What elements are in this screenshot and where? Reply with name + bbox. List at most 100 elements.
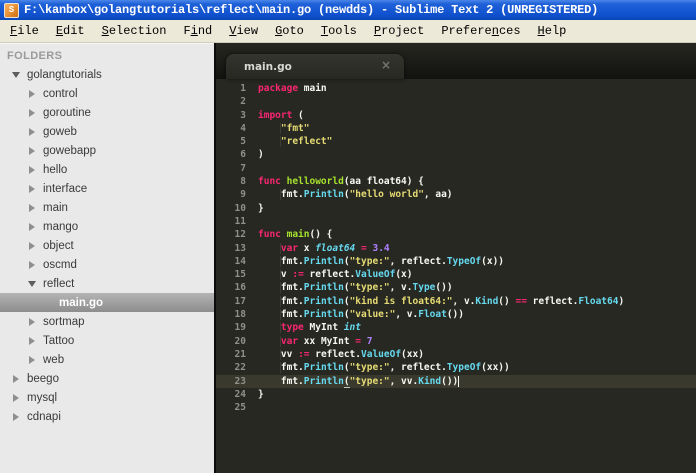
- window-title: F:\kanbox\golangtutorials\reflect\main.g…: [24, 3, 599, 17]
- folder-item-sortmap[interactable]: sortmap: [0, 312, 214, 331]
- code-line-2[interactable]: 2: [216, 95, 696, 108]
- code-line-15[interactable]: 15 v := reflect.ValueOf(x): [216, 268, 696, 281]
- triangle-glyph: [13, 374, 19, 383]
- code-line-4[interactable]: 4 "fmt": [216, 122, 696, 135]
- menu-item-selection[interactable]: Selection: [95, 22, 174, 40]
- line-number: 16: [234, 282, 246, 294]
- code-text: func main() {: [258, 228, 332, 241]
- chevron-collapsed-icon[interactable]: [26, 336, 38, 345]
- code-line-10[interactable]: 10}: [216, 202, 696, 215]
- menu-item-file[interactable]: File: [3, 22, 46, 40]
- line-number: 11: [234, 215, 246, 227]
- code-line-22[interactable]: 22 fmt.Println("type:", reflect.TypeOf(x…: [216, 361, 696, 374]
- code-line-20[interactable]: 20 var xx MyInt = 7: [216, 335, 696, 348]
- menu-item-edit[interactable]: Edit: [49, 22, 92, 40]
- code-line-19[interactable]: 19 type MyInt int: [216, 321, 696, 334]
- code-line-18[interactable]: 18 fmt.Println("value:", v.Float()): [216, 308, 696, 321]
- folder-item-golangtutorials[interactable]: golangtutorials: [0, 65, 214, 84]
- code-line-13[interactable]: 13 var x float64 = 3.4: [216, 242, 696, 255]
- close-icon[interactable]: ×: [381, 59, 391, 71]
- folder-item-oscmd[interactable]: oscmd: [0, 255, 214, 274]
- chevron-collapsed-icon[interactable]: [26, 260, 38, 269]
- code-line-14[interactable]: 14 fmt.Println("type:", reflect.TypeOf(x…: [216, 255, 696, 268]
- folder-item-web[interactable]: web: [0, 350, 214, 369]
- chevron-collapsed-icon[interactable]: [10, 412, 22, 421]
- menu-item-find[interactable]: Find: [176, 22, 219, 40]
- code-line-8[interactable]: 8 func helloworld(aa float64) {: [216, 175, 696, 188]
- line-number: 13: [234, 242, 246, 254]
- folder-item-mysql[interactable]: mysql: [0, 388, 214, 407]
- chevron-collapsed-icon[interactable]: [26, 165, 38, 174]
- chevron-collapsed-icon[interactable]: [26, 108, 38, 117]
- token: "type:": [349, 362, 390, 374]
- code-line-25[interactable]: 25: [216, 401, 696, 414]
- code-line-3[interactable]: 3 import (: [216, 109, 696, 122]
- chevron-expanded-icon[interactable]: [26, 280, 38, 287]
- token: 7: [366, 335, 373, 347]
- chevron-expanded-icon[interactable]: [10, 71, 22, 78]
- folder-item-goweb[interactable]: goweb: [0, 122, 214, 141]
- code-text: import (: [258, 109, 304, 122]
- chevron-collapsed-icon[interactable]: [26, 317, 38, 326]
- code-line-24[interactable]: 24}: [216, 388, 696, 401]
- folder-item-gowebapp[interactable]: gowebapp: [0, 141, 214, 160]
- tree-item-label: sortmap: [43, 315, 85, 328]
- code-line-16[interactable]: 16 fmt.Println("type:", v.Type()): [216, 281, 696, 294]
- folder-item-hello[interactable]: hello: [0, 160, 214, 179]
- folder-item-mango[interactable]: mango: [0, 217, 214, 236]
- code-line-17[interactable]: 17 fmt.Println("kind is float64:", v.Kin…: [216, 295, 696, 308]
- file-item-main-go[interactable]: main.go: [0, 293, 214, 312]
- code-text: fmt.Println("hello world", aa): [258, 188, 453, 201]
- menu-item-preferences[interactable]: Preferences: [434, 22, 527, 40]
- chevron-collapsed-icon[interactable]: [26, 184, 38, 193]
- code-line-1[interactable]: 1 package main: [216, 82, 696, 95]
- folder-item-object[interactable]: object: [0, 236, 214, 255]
- folder-item-control[interactable]: control: [0, 84, 214, 103]
- menu-item-view[interactable]: View: [222, 22, 265, 40]
- menu-item-project[interactable]: Project: [367, 22, 431, 40]
- code-line-9[interactable]: 9 fmt.Println("hello world", aa): [216, 188, 696, 201]
- menu-item-goto[interactable]: Goto: [268, 22, 311, 40]
- code-line-6[interactable]: 6): [216, 148, 696, 161]
- triangle-glyph: [29, 241, 35, 250]
- code-area[interactable]: 1 package main 2 3 import (4 "fmt" 5 "reflect…: [216, 79, 696, 473]
- code-line-5[interactable]: 5 "reflect": [216, 135, 696, 148]
- menu-item-tools[interactable]: Tools: [314, 22, 364, 40]
- folder-item-reflect[interactable]: reflect: [0, 274, 214, 293]
- code-text: func helloworld(aa float64) {: [258, 175, 424, 188]
- menu-item-help[interactable]: Help: [531, 22, 574, 40]
- tree-item-label: oscmd: [43, 258, 77, 271]
- tab-label: main.go: [244, 60, 292, 73]
- tree-item-label: golangtutorials: [27, 68, 102, 81]
- tree-item-label: beego: [27, 372, 59, 385]
- tab-main-go[interactable]: main.go ×: [226, 54, 404, 79]
- folder-item-main[interactable]: main: [0, 198, 214, 217]
- chevron-collapsed-icon[interactable]: [26, 241, 38, 250]
- code-line-11[interactable]: 11: [216, 215, 696, 228]
- chevron-collapsed-icon[interactable]: [26, 355, 38, 364]
- folder-item-cdnapi[interactable]: cdnapi: [0, 407, 214, 426]
- chevron-collapsed-icon[interactable]: [26, 127, 38, 136]
- code-line-12[interactable]: 12 func main() {: [216, 228, 696, 241]
- token: fmt.: [280, 255, 304, 267]
- code-text: v := reflect.ValueOf(x): [258, 268, 413, 281]
- chevron-collapsed-icon[interactable]: [26, 89, 38, 98]
- code-line-7[interactable]: 7: [216, 162, 696, 175]
- folder-item-goroutine[interactable]: goroutine: [0, 103, 214, 122]
- folder-item-beego[interactable]: beego: [0, 369, 214, 388]
- chevron-collapsed-icon[interactable]: [26, 222, 38, 231]
- chevron-collapsed-icon[interactable]: [26, 146, 38, 155]
- code-line-23[interactable]: 23 fmt.Println("type:", vv.Kind()): [216, 374, 696, 388]
- chevron-collapsed-icon[interactable]: [10, 374, 22, 383]
- chevron-collapsed-icon[interactable]: [10, 393, 22, 402]
- chevron-collapsed-icon[interactable]: [26, 203, 38, 212]
- folder-item-interface[interactable]: interface: [0, 179, 214, 198]
- code-line-21[interactable]: 21 vv := reflect.ValueOf(xx): [216, 348, 696, 361]
- folder-item-tattoo[interactable]: Tattoo: [0, 331, 214, 350]
